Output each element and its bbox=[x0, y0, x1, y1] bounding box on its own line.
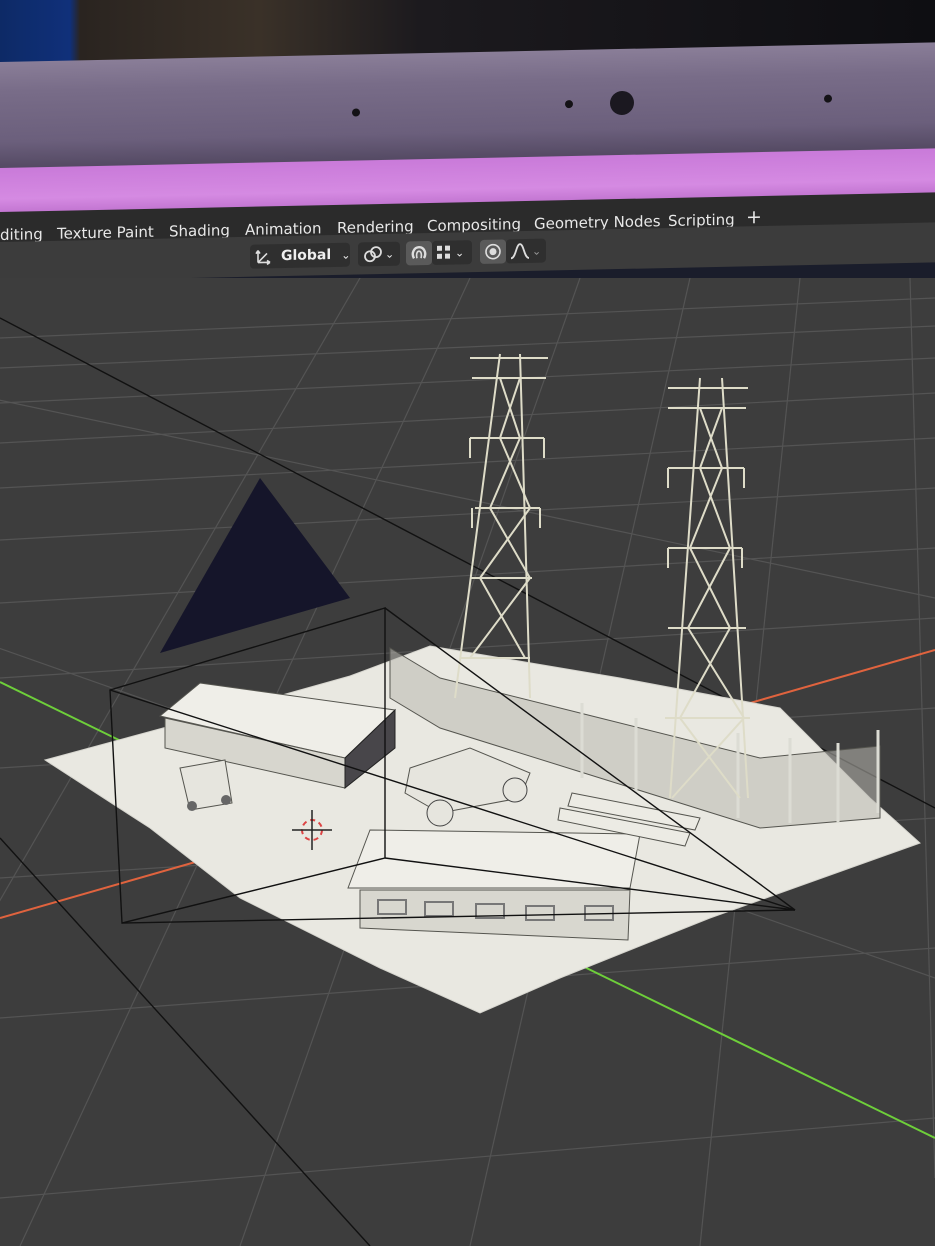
chevron-down-icon: ⌄ bbox=[385, 247, 395, 261]
transform-orientation-icon bbox=[255, 247, 273, 266]
pivot-point-dropdown[interactable]: ⌄ bbox=[358, 241, 400, 267]
pivot-link-icon bbox=[363, 245, 383, 263]
orientation-value: Global bbox=[281, 247, 332, 265]
bezel-sensor bbox=[824, 94, 832, 103]
snap-target-dropdown[interactable]: ⌄ bbox=[432, 240, 472, 265]
viewport-scene bbox=[0, 278, 935, 1246]
falloff-curve-icon bbox=[510, 242, 530, 260]
pickup-truck bbox=[179, 759, 233, 811]
bezel-sensor bbox=[352, 108, 360, 117]
chevron-down-icon: ⌄ bbox=[455, 245, 465, 259]
bezel-sensor bbox=[565, 99, 573, 109]
add-workspace-button[interactable]: + bbox=[746, 206, 762, 228]
proportional-edit-toggle[interactable] bbox=[480, 239, 506, 264]
webcam bbox=[610, 90, 634, 116]
snap-magnet-icon bbox=[410, 244, 428, 262]
transform-orientation-dropdown[interactable]: Global ⌄ bbox=[250, 242, 351, 269]
chevron-down-icon: ⌄ bbox=[341, 248, 351, 262]
falloff-dropdown[interactable]: ⌄ bbox=[506, 238, 546, 264]
chevron-down-icon: ⌄ bbox=[532, 244, 542, 258]
snap-toggle[interactable] bbox=[406, 240, 432, 266]
proportional-edit-icon bbox=[484, 242, 502, 260]
3d-viewport[interactable] bbox=[0, 278, 935, 1246]
snap-grid-icon bbox=[436, 245, 452, 261]
